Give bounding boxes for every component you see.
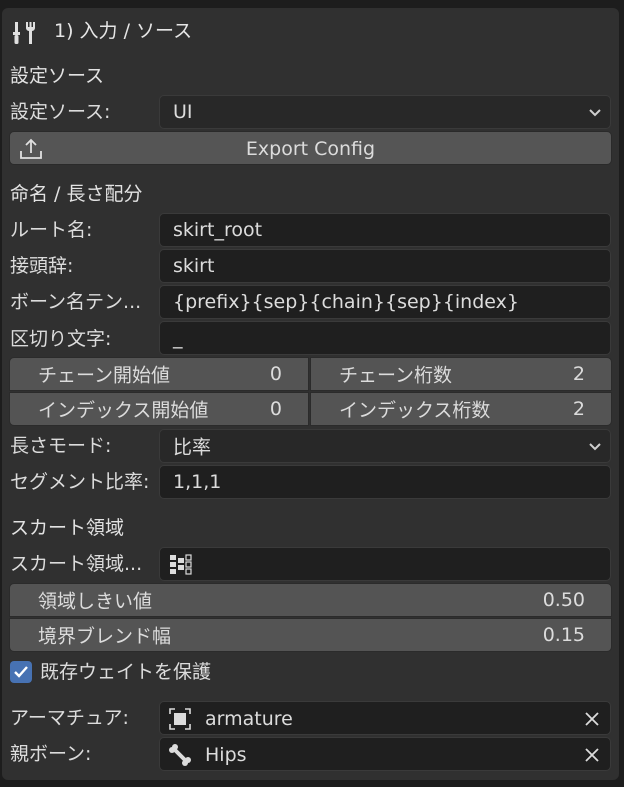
properties-panel: 1) 入力 / ソース 設定ソース 設定ソース: UI Export Confi… xyxy=(2,8,619,780)
chevron-down-icon xyxy=(589,443,601,451)
segment-ratio-label: セグメント比率: xyxy=(10,471,150,493)
separator-field[interactable]: _ xyxy=(159,321,611,355)
index-start-label: インデックス開始値 xyxy=(38,399,209,422)
root-name-field[interactable]: skirt_root xyxy=(159,213,611,247)
prefix-value: skirt xyxy=(173,255,215,277)
checkmark-icon xyxy=(14,666,28,678)
prefix-field[interactable]: skirt xyxy=(159,249,611,283)
armature-label: アーマチュア: xyxy=(10,707,129,729)
protect-weights-checkbox[interactable] xyxy=(10,661,32,683)
bone-template-label: ボーン名テン... xyxy=(10,291,142,313)
chain-start-field[interactable]: チェーン開始値 0 xyxy=(9,357,309,391)
length-mode-value: 比率 xyxy=(173,436,212,459)
naming-section-heading: 命名 / 長さ配分 xyxy=(10,183,143,205)
root-name-label: ルート名: xyxy=(10,219,93,241)
skirt-region-field[interactable] xyxy=(159,547,611,581)
export-config-label: Export Config xyxy=(245,138,376,160)
vertex-group-icon xyxy=(170,554,192,575)
clear-icon[interactable] xyxy=(584,747,600,763)
boundary-blend-value: 0.15 xyxy=(542,624,585,646)
chevron-down-icon xyxy=(589,109,601,117)
armature-field[interactable]: armature xyxy=(159,701,611,735)
index-start-field[interactable]: インデックス開始値 0 xyxy=(9,392,309,426)
length-mode-dropdown[interactable]: 比率 xyxy=(159,429,611,463)
armature-object-icon xyxy=(169,708,191,730)
export-config-button[interactable]: Export Config xyxy=(9,131,612,165)
segment-ratio-field[interactable]: 1,1,1 xyxy=(159,465,611,499)
bone-icon xyxy=(169,744,191,766)
separator-label: 区切り文字: xyxy=(10,328,112,350)
chain-start-label: チェーン開始値 xyxy=(38,364,171,387)
length-mode-label: 長さモード: xyxy=(10,435,112,457)
parent-bone-field[interactable]: Hips xyxy=(159,737,611,771)
bone-template-field[interactable]: {prefix}{sep}{chain}{sep}{index} xyxy=(159,285,611,319)
region-threshold-slider[interactable]: 領域しきい値 0.50 xyxy=(9,583,612,617)
source-section-heading: 設定ソース xyxy=(10,65,105,87)
bone-template-value: {prefix}{sep}{chain}{sep}{index} xyxy=(173,291,519,313)
region-threshold-value: 0.50 xyxy=(542,589,585,611)
protect-weights-label[interactable]: 既存ウェイトを保護 xyxy=(40,663,211,682)
index-digits-label: インデックス桁数 xyxy=(339,399,491,422)
tool-icon xyxy=(12,20,38,46)
source-label: 設定ソース: xyxy=(10,101,111,123)
index-start-value: 0 xyxy=(269,398,282,420)
parent-bone-value: Hips xyxy=(205,744,247,766)
root-name-value: skirt_root xyxy=(173,219,263,241)
skirt-section-heading: スカート領域 xyxy=(10,517,125,539)
armature-value: armature xyxy=(205,708,293,730)
boundary-blend-slider[interactable]: 境界ブレンド幅 0.15 xyxy=(9,618,612,652)
skirt-region-label: スカート領域... xyxy=(10,553,143,575)
index-digits-field[interactable]: インデックス桁数 2 xyxy=(310,392,612,426)
clear-icon[interactable] xyxy=(584,711,600,727)
separator-value: _ xyxy=(173,327,183,349)
chain-digits-value: 2 xyxy=(572,363,585,385)
source-dropdown[interactable]: UI xyxy=(159,95,611,129)
chain-start-value: 0 xyxy=(269,363,282,385)
panel-title[interactable]: 1) 入力 / ソース xyxy=(54,22,192,41)
index-digits-value: 2 xyxy=(572,398,585,420)
boundary-blend-label: 境界ブレンド幅 xyxy=(38,625,172,648)
chain-digits-label: チェーン桁数 xyxy=(339,364,453,387)
prefix-label: 接頭辞: xyxy=(10,255,74,277)
chain-digits-field[interactable]: チェーン桁数 2 xyxy=(310,357,612,391)
region-threshold-label: 領域しきい値 xyxy=(38,590,153,613)
source-value: UI xyxy=(173,101,193,123)
segment-ratio-value: 1,1,1 xyxy=(173,471,222,493)
parent-bone-label: 親ボーン: xyxy=(10,743,92,765)
